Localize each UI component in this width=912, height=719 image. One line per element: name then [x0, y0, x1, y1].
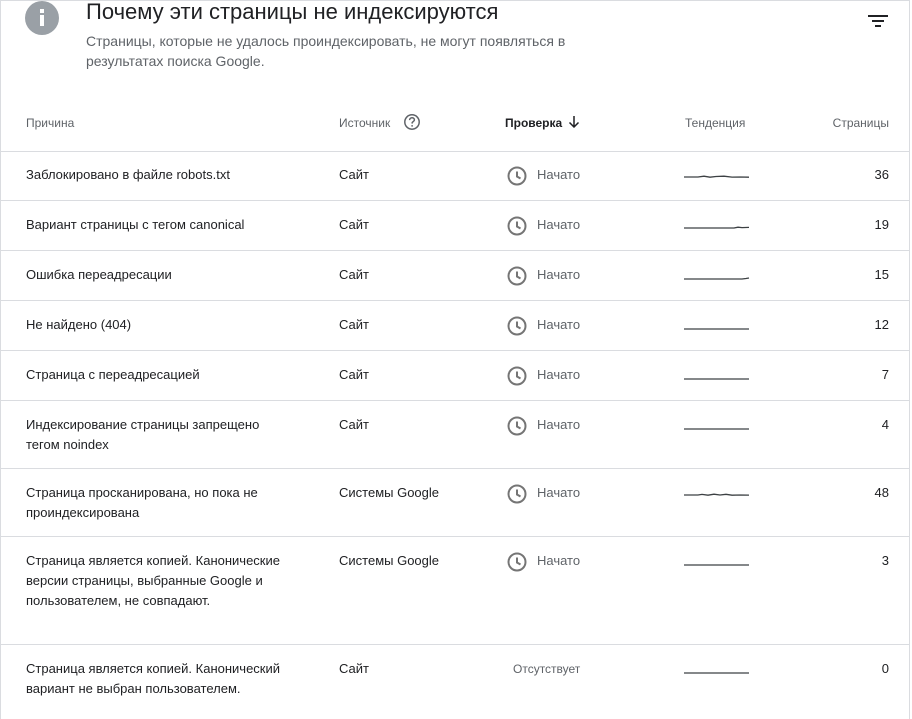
column-header-validation[interactable]: Проверка	[505, 115, 562, 131]
table-row[interactable]: Заблокировано в файле robots.txt Сайт На…	[1, 151, 909, 201]
row-reason: Страница является копией. Канонический в…	[26, 661, 281, 696]
filter-button[interactable]	[863, 7, 893, 35]
row-validation-status: Отсутствует	[513, 662, 581, 676]
row-pages-count: 3	[881, 553, 889, 568]
column-header-trend: Тенденция	[685, 116, 746, 130]
trend-sparkline	[684, 428, 749, 430]
arrow-down-icon[interactable]	[567, 115, 581, 129]
row-pages-count: 15	[874, 267, 889, 282]
card-header: Почему эти страницы не индексируются Стр…	[1, 1, 909, 101]
table-header: Причина Источник Проверка Тенденция Стра…	[1, 101, 909, 152]
card-title: Почему эти страницы не индексируются	[86, 0, 499, 24]
clock-icon	[507, 366, 527, 386]
info-icon	[25, 1, 59, 35]
clock-icon	[507, 316, 527, 336]
row-validation-status: Начато	[537, 267, 581, 282]
row-validation-status: Начато	[537, 417, 581, 432]
trend-sparkline	[684, 493, 750, 496]
column-header-reason[interactable]: Причина	[26, 115, 74, 131]
row-reason: Страница просканирована, но пока не прои…	[26, 485, 258, 520]
row-source: Сайт	[339, 417, 369, 432]
row-pages-count: 4	[881, 417, 889, 432]
row-reason: Заблокировано в файле robots.txt	[26, 167, 230, 182]
row-validation-status: Начато	[537, 217, 581, 232]
row-validation-status: Начато	[537, 167, 581, 182]
table-row[interactable]: Страница является копией. Канонические в…	[1, 537, 909, 645]
clock-icon	[507, 484, 527, 504]
table-row[interactable]: Страница является копией. Канонический в…	[1, 645, 909, 719]
trend-sparkline	[684, 564, 749, 566]
row-source: Системы Google	[339, 553, 440, 568]
column-header-pages[interactable]: Страницы	[833, 115, 889, 131]
row-reason: Индексирование страницы запрещено тегом …	[26, 417, 260, 452]
filter-list-icon	[868, 15, 888, 27]
row-reason: Не найдено (404)	[26, 317, 132, 332]
row-source: Сайт	[339, 267, 369, 282]
trend-sparkline	[684, 226, 750, 229]
table-row[interactable]: Страница с переадресацией Сайт Начато 7	[1, 351, 909, 401]
row-reason: Вариант страницы с тегом canonical	[26, 217, 245, 232]
row-validation-status: Начато	[537, 553, 581, 568]
row-pages-count: 0	[881, 661, 889, 676]
help-circle-icon[interactable]	[403, 113, 421, 131]
row-validation-status: Начато	[537, 317, 581, 332]
row-pages-count: 12	[874, 317, 889, 332]
row-pages-count: 19	[874, 217, 889, 232]
trend-sparkline	[684, 328, 749, 330]
card-subtitle: Страницы, которые не удалось проиндексир…	[86, 33, 566, 69]
row-source: Сайт	[339, 167, 369, 182]
row-source: Сайт	[339, 217, 369, 232]
row-source: Сайт	[339, 661, 369, 676]
row-pages-count: 36	[874, 167, 889, 182]
clock-icon	[507, 216, 527, 236]
trend-sparkline	[684, 277, 750, 280]
table-row[interactable]: Не найдено (404) Сайт Начато 12	[1, 301, 909, 351]
row-pages-count: 48	[874, 485, 889, 500]
clock-icon	[507, 166, 527, 186]
row-source: Сайт	[339, 317, 369, 332]
table-row[interactable]: Индексирование страницы запрещено тегом …	[1, 401, 909, 469]
row-pages-count: 7	[881, 367, 889, 382]
clock-icon	[507, 266, 527, 286]
clock-icon	[507, 552, 527, 572]
table-row[interactable]: Вариант страницы с тегом canonical Сайт …	[1, 201, 909, 251]
row-reason: Ошибка переадресации	[26, 267, 172, 282]
not-indexed-reasons-card: Почему эти страницы не индексируются Стр…	[0, 0, 910, 719]
clock-icon	[507, 416, 527, 436]
row-validation-status: Начато	[537, 485, 581, 500]
table-row[interactable]: Ошибка переадресации Сайт Начато 15	[1, 251, 909, 301]
row-validation-status: Начато	[537, 367, 581, 382]
table-row[interactable]: Страница просканирована, но пока не прои…	[1, 469, 909, 537]
row-reason: Страница является копией. Канонические в…	[26, 553, 280, 608]
row-source: Сайт	[339, 367, 369, 382]
trend-sparkline	[684, 378, 749, 380]
trend-sparkline	[684, 672, 749, 674]
row-source: Системы Google	[339, 485, 440, 500]
row-reason: Страница с переадресацией	[26, 367, 200, 382]
column-header-source[interactable]: Источник	[339, 115, 390, 131]
trend-sparkline	[684, 175, 750, 178]
